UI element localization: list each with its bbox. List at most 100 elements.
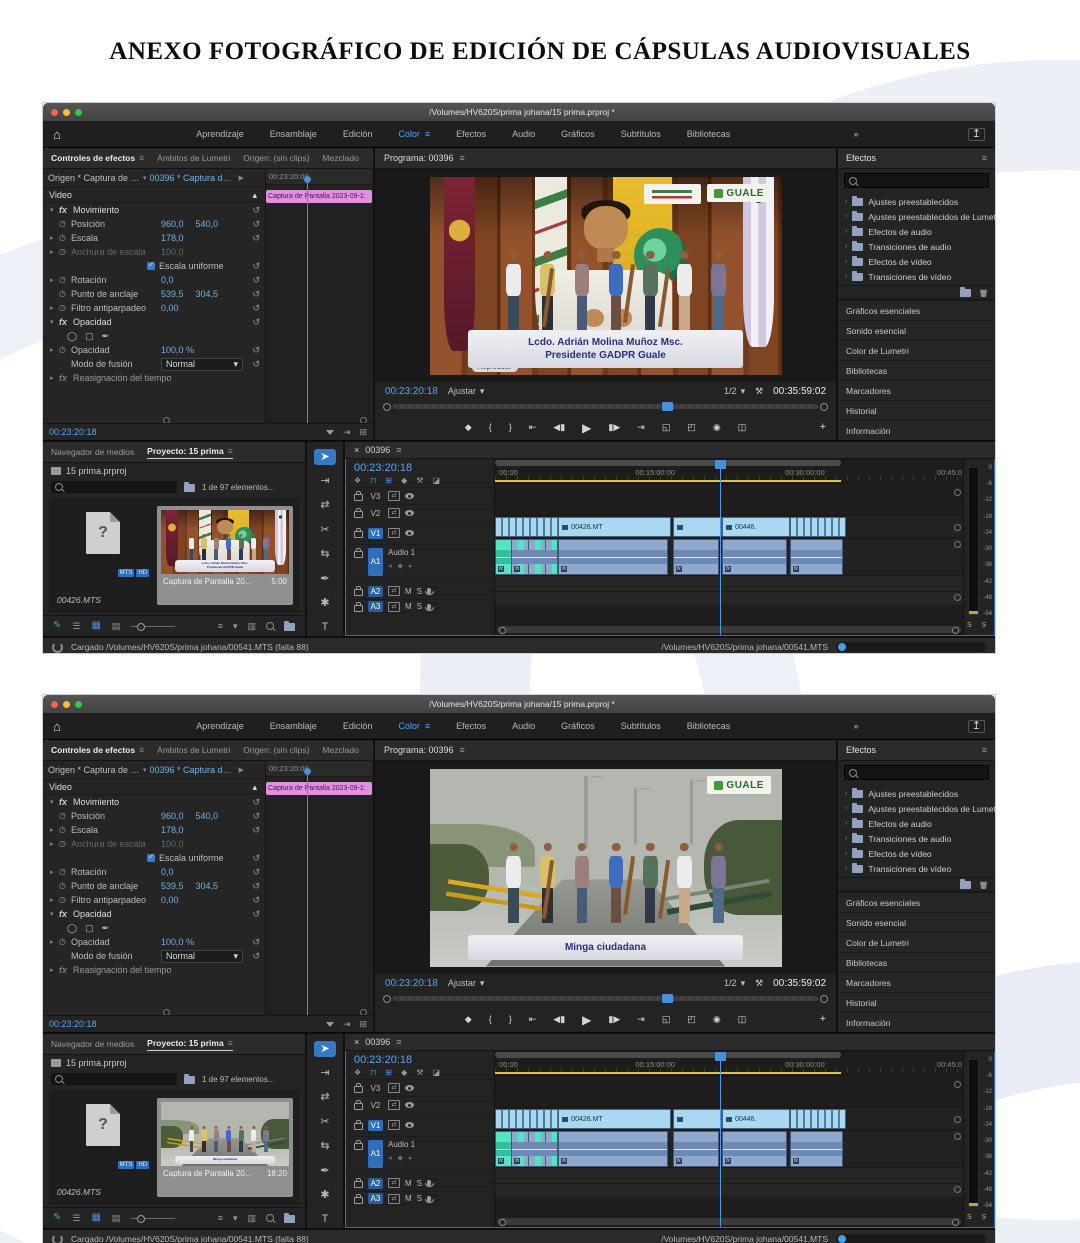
- effect-opacidad[interactable]: ▾ fx Opacidad ↺: [43, 907, 265, 921]
- zoom-slider[interactable]: [131, 626, 175, 627]
- reset-icon[interactable]: ↺: [252, 220, 260, 229]
- video-clip[interactable]: [673, 1109, 722, 1129]
- find-icon[interactable]: [266, 622, 274, 630]
- comparison-view-icon[interactable]: ◫: [738, 1015, 747, 1024]
- tabs-overflow-icon[interactable]: »: [372, 745, 373, 755]
- snap-icon[interactable]: ⊓: [370, 477, 376, 485]
- tab-ambitos-lumetri[interactable]: Ámbitos de Lumetri: [157, 745, 230, 755]
- reset-icon[interactable]: ↺: [252, 234, 260, 243]
- mute-button[interactable]: M: [405, 602, 412, 611]
- twirl-open-icon[interactable]: ▾: [50, 911, 59, 918]
- timeline-tracks-area[interactable]: :00:00 00:15:00:00 00:30:00:00 00:45:0 0…: [495, 1051, 963, 1227]
- video-section-header[interactable]: Video ▴: [43, 780, 265, 795]
- workspace-tab[interactable]: Color: [398, 129, 430, 139]
- audio-clip[interactable]: fx: [790, 1131, 843, 1167]
- twirl-closed-icon[interactable]: ▸: [50, 347, 59, 354]
- close-icon[interactable]: ×: [354, 1038, 359, 1047]
- effects-tree-item[interactable]: › Efectos de vídeo: [838, 254, 995, 269]
- effects-tree-item[interactable]: › Ajustes preestablecidos: [838, 786, 995, 801]
- stopwatch-icon[interactable]: ◷: [59, 276, 71, 284]
- new-bin-icon[interactable]: [284, 1215, 295, 1223]
- nest-icon[interactable]: ❖: [354, 1069, 361, 1077]
- sync-lock-icon[interactable]: ⇄: [388, 528, 400, 538]
- folder-icon[interactable]: [184, 484, 195, 492]
- track-visibility-icon[interactable]: [405, 493, 414, 499]
- reset-icon[interactable]: ↺: [252, 798, 260, 807]
- audio-clip[interactable]: fx: [722, 539, 787, 575]
- effect-opacidad[interactable]: ▾ fx Opacidad ↺: [43, 315, 265, 329]
- track-dot[interactable]: [954, 1116, 961, 1123]
- workspace-tab[interactable]: Efectos: [456, 129, 486, 139]
- panel-menu-icon[interactable]: ≡: [228, 1039, 233, 1048]
- workspace-tab[interactable]: Bibliotecas: [687, 129, 731, 139]
- panel-menu-icon[interactable]: ≡: [396, 446, 401, 455]
- chevron-down-icon[interactable]: ▾: [143, 175, 147, 182]
- project-search[interactable]: [51, 481, 177, 493]
- mini-timeline-ruler[interactable]: 00:23:20:00: [266, 761, 372, 777]
- anclaje-x-value[interactable]: 539,5: [161, 881, 184, 891]
- stopwatch-icon[interactable]: ◷: [59, 938, 71, 946]
- tab-media-browser[interactable]: Navegador de medios: [51, 1039, 134, 1049]
- twirl-closed-icon[interactable]: ›: [845, 273, 847, 280]
- lift-icon[interactable]: ◱: [662, 423, 671, 432]
- mini-timeline-clip[interactable]: Captura de Pantalla 2023-09-1:: [266, 190, 372, 203]
- stopwatch-icon[interactable]: ◷: [59, 304, 71, 312]
- mini-timeline-ruler[interactable]: 00:23:20:00: [266, 169, 372, 185]
- ec-timecode[interactable]: 00:23:20:18: [49, 1019, 97, 1029]
- workspace-tab[interactable]: Aprendizaje: [196, 129, 244, 139]
- effects-search[interactable]: [844, 765, 989, 780]
- sort-icon[interactable]: ≡: [218, 1214, 223, 1223]
- workspace-tab[interactable]: Audio: [512, 129, 535, 139]
- icon-view-icon[interactable]: ▦: [91, 1213, 100, 1223]
- mark-out-icon[interactable]: }: [509, 423, 512, 432]
- track-dot[interactable]: [954, 524, 961, 531]
- reset-icon[interactable]: ↺: [252, 910, 260, 919]
- mute-button[interactable]: M: [405, 1179, 412, 1188]
- timeline-settings-icon[interactable]: ⚒: [416, 477, 423, 485]
- button-editor-plus-icon[interactable]: +: [820, 1014, 826, 1025]
- stacked-panel-tab[interactable]: Información: [838, 420, 995, 440]
- stacked-panel-tab[interactable]: Marcadores: [838, 380, 995, 400]
- rotacion-value[interactable]: 0,0: [161, 867, 174, 877]
- video-clip[interactable]: 00446.: [722, 517, 790, 537]
- reset-icon[interactable]: ↺: [252, 304, 260, 313]
- stacked-panel-tab[interactable]: Marcadores: [838, 972, 995, 992]
- timeline-settings-icon[interactable]: ⚒: [416, 1069, 423, 1077]
- filter-icon[interactable]: [326, 430, 334, 435]
- mini-playhead[interactable]: [307, 182, 308, 423]
- timeline-horizontal-scrollbar[interactable]: [497, 626, 961, 633]
- timeline-zoom-bar[interactable]: [495, 1052, 841, 1058]
- tabs-overflow-icon[interactable]: »: [372, 153, 373, 163]
- delete-icon[interactable]: [980, 288, 987, 297]
- reset-icon[interactable]: ↺: [252, 826, 260, 835]
- automate-sequence-icon[interactable]: ▥: [247, 1214, 256, 1223]
- track-a2[interactable]: [495, 575, 963, 592]
- ellipse-mask-icon[interactable]: ◯: [67, 924, 77, 933]
- stacked-panel-tab[interactable]: Color de Lumetri: [838, 932, 995, 952]
- list-view-icon[interactable]: ☰: [72, 622, 80, 631]
- sync-lock-icon[interactable]: ⇄: [388, 1083, 400, 1093]
- effects-tree-item[interactable]: › Ajustes preestablecidos de Lumetri: [838, 209, 995, 224]
- twirl-closed-icon[interactable]: ▸: [50, 235, 59, 242]
- program-scrubber[interactable]: [387, 992, 824, 1007]
- tab-controles-de-efectos[interactable]: Controles de efectos≡: [51, 153, 144, 163]
- writable-pen-icon[interactable]: ✎: [53, 621, 61, 631]
- twirl-closed-icon[interactable]: ›: [845, 243, 847, 250]
- twirl-closed-icon[interactable]: ›: [845, 820, 847, 827]
- effects-search-input[interactable]: [861, 175, 984, 187]
- workspace-tab[interactable]: Gráficos: [561, 721, 595, 731]
- ec-timecode[interactable]: 00:23:20:18: [49, 427, 97, 437]
- lock-icon[interactable]: [354, 605, 363, 612]
- blend-mode-dropdown[interactable]: Normal ▾: [161, 950, 243, 963]
- audio-track-name[interactable]: Audio 1: [388, 1140, 415, 1149]
- timeline-timecode[interactable]: 00:23:20:18: [346, 1051, 494, 1066]
- source-clip-name[interactable]: Origen * Captura de Pantal...: [48, 765, 140, 775]
- add-marker-icon[interactable]: ◆: [465, 423, 472, 432]
- effects-tree-item[interactable]: › Ajustes preestablecidos de Lumetri: [838, 801, 995, 816]
- pen-tool[interactable]: ✒: [314, 1163, 336, 1179]
- collapse-icon[interactable]: ▴: [252, 191, 257, 200]
- reset-icon[interactable]: ↺: [252, 262, 260, 271]
- stacked-panel-tab[interactable]: Historial: [838, 400, 995, 420]
- twirl-closed-icon[interactable]: ›: [845, 850, 847, 857]
- tab-mezclado[interactable]: Mezclado: [322, 745, 358, 755]
